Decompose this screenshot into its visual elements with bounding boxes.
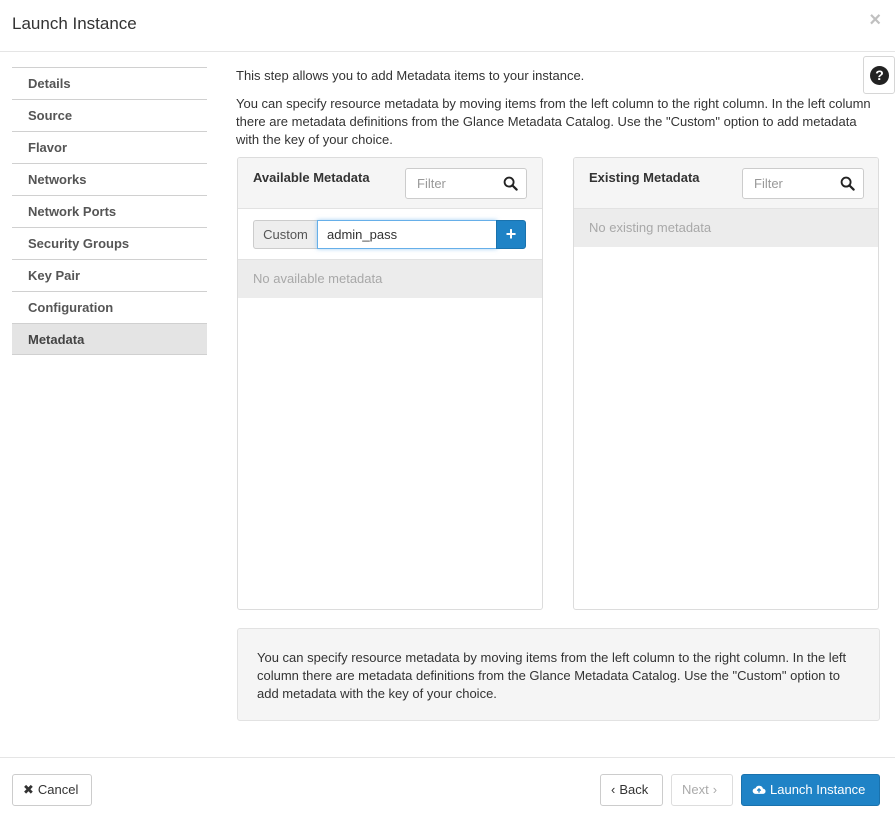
close-icon[interactable]: × — [869, 10, 881, 30]
no-existing-metadata: No existing metadata — [574, 209, 878, 247]
nav-item-source[interactable]: Source — [12, 99, 207, 131]
back-label: Back — [619, 782, 649, 797]
nav-item-details[interactable]: Details — [12, 67, 207, 99]
nav-item-security-groups[interactable]: Security Groups — [12, 227, 207, 259]
intro-text: This step allows you to add Metadata ite… — [236, 68, 585, 83]
wizard-nav: Details Source Flavor Networks Network P… — [12, 67, 207, 355]
no-available-metadata: No available metadata — [238, 260, 542, 298]
chevron-left-icon: ‹ — [611, 782, 616, 797]
metadata-help-box: You can specify resource metadata by mov… — [237, 628, 880, 721]
next-label: Next — [682, 782, 709, 797]
modal-header: Launch Instance × — [0, 0, 895, 52]
cloud-upload-icon — [752, 785, 766, 794]
plus-icon: + — [505, 224, 517, 244]
next-button[interactable]: Next › — [671, 774, 733, 806]
nav-item-networks[interactable]: Networks — [12, 163, 207, 195]
custom-label: Custom — [253, 220, 317, 249]
close-icon: ✖ — [23, 782, 34, 797]
cancel-button[interactable]: ✖ Cancel — [12, 774, 92, 806]
custom-metadata-row: Custom + — [238, 209, 542, 260]
available-metadata-header: Available Metadata — [238, 158, 542, 209]
metadata-help-text: You can specify resource metadata by mov… — [257, 650, 847, 701]
nav-item-metadata[interactable]: Metadata — [12, 323, 207, 355]
cancel-label: Cancel — [37, 782, 79, 797]
modal-title: Launch Instance — [12, 14, 137, 33]
launch-instance-modal: Launch Instance × Details Source Flavor … — [0, 0, 895, 822]
existing-metadata-header: Existing Metadata — [574, 158, 878, 209]
available-filter — [405, 168, 527, 199]
question-circle-icon: ? — [870, 66, 889, 85]
chevron-right-icon: › — [712, 782, 718, 797]
intro-description: You can specify resource metadata by mov… — [236, 96, 871, 147]
search-icon[interactable] — [503, 176, 518, 191]
add-custom-button[interactable]: + — [496, 220, 526, 249]
nav-item-flavor[interactable]: Flavor — [12, 131, 207, 163]
available-filter-input[interactable] — [415, 175, 500, 192]
modal-footer: ✖ Cancel ‹ Back Next › Launch Instance — [0, 757, 895, 822]
nav-item-key-pair[interactable]: Key Pair — [12, 259, 207, 291]
nav-item-configuration[interactable]: Configuration — [12, 291, 207, 323]
existing-metadata-panel: Existing Metadata No existing metadata — [573, 157, 879, 610]
existing-metadata-title: Existing Metadata — [589, 170, 700, 185]
launch-label: Launch Instance — [770, 782, 866, 797]
available-metadata-title: Available Metadata — [253, 170, 370, 185]
back-button[interactable]: ‹ Back — [600, 774, 663, 806]
available-metadata-panel: Available Metadata Custom + No available… — [237, 157, 543, 610]
launch-instance-button[interactable]: Launch Instance — [741, 774, 880, 806]
help-button[interactable]: ? — [863, 56, 895, 94]
nav-item-network-ports[interactable]: Network Ports — [12, 195, 207, 227]
existing-filter-input[interactable] — [752, 175, 837, 192]
existing-filter — [742, 168, 864, 199]
search-icon[interactable] — [840, 176, 855, 191]
custom-key-input[interactable] — [317, 220, 497, 249]
